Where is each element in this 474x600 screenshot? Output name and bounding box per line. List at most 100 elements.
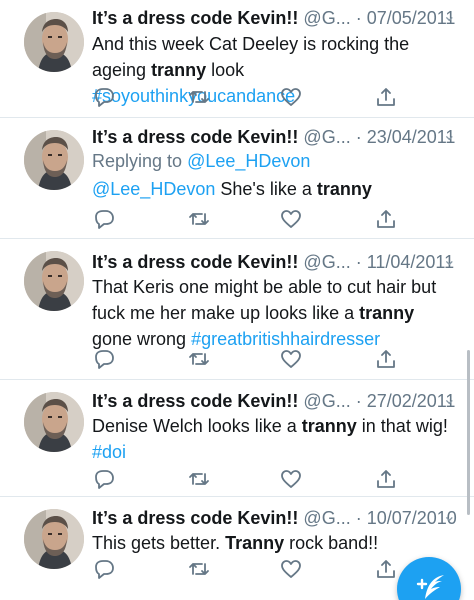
reply-icon [95, 560, 114, 579]
chevron-down-icon[interactable]: ⌄ [443, 125, 456, 145]
chevron-down-icon[interactable]: ⌄ [443, 6, 456, 26]
tweet-text: That Keris one might be able to cut hair… [92, 274, 452, 352]
tweet-text-segment: look [206, 60, 245, 80]
tweet-text-segment: in that wig! [356, 416, 448, 436]
tweet-actions [92, 207, 402, 231]
share-button[interactable] [374, 557, 398, 581]
tweet-header: It’s a dress code Kevin!! @G... · 07/05/… [92, 6, 455, 30]
retweet-icon [189, 563, 209, 575]
handle-and-date: @G... · 27/02/2011 [303, 391, 456, 411]
tweet[interactable]: It’s a dress code Kevin!! @G... · 23/04/… [0, 118, 474, 239]
avatar[interactable] [24, 509, 84, 569]
heart-icon [281, 88, 301, 106]
hashtag-or-mention-link[interactable]: @Lee_HDevon [92, 179, 215, 199]
heart-icon [281, 210, 301, 228]
tweet-text-segment: This gets better. [92, 533, 226, 553]
heart-button[interactable] [279, 467, 303, 491]
tweet-header: It’s a dress code Kevin!! @G... · 27/02/… [92, 389, 455, 413]
reply-button[interactable] [92, 347, 116, 371]
tweet-text-segment: And this week Cat Deeley is rocking the … [92, 34, 410, 80]
reply-button[interactable] [92, 207, 116, 231]
tweet-actions [92, 85, 402, 109]
retweet-button[interactable] [187, 347, 211, 371]
tweet-header: It’s a dress code Kevin!! @G... · 23/04/… [92, 125, 455, 149]
highlighted-term: tranny [301, 416, 357, 436]
tweet-text-segment: rock band!! [284, 533, 379, 553]
tweet-actions [92, 557, 402, 581]
reply-icon [95, 470, 114, 489]
tweet-text-segment: gone wrong [92, 329, 192, 349]
handle-and-date: @G... · 10/07/2010 [303, 508, 457, 528]
heart-icon [281, 350, 301, 368]
timeline: It’s a dress code Kevin!! @G... · 07/05/… [0, 0, 474, 600]
share-icon [377, 88, 395, 106]
highlighted-term: tranny [359, 303, 415, 323]
tweet-header: It’s a dress code Kevin!! @G... · 11/04/… [92, 250, 454, 274]
compose-tweet-icon [416, 575, 444, 599]
reply-icon [95, 88, 114, 107]
avatar[interactable] [24, 12, 84, 72]
avatar[interactable] [24, 130, 84, 190]
retweet-button[interactable] [187, 557, 211, 581]
chevron-down-icon[interactable]: ⌄ [443, 389, 456, 409]
heart-button[interactable] [279, 207, 303, 231]
retweet-icon [189, 473, 209, 485]
tweet-actions [92, 347, 402, 371]
share-button[interactable] [374, 467, 398, 491]
tweet-text: @Lee_HDevon She's like a tranny [92, 176, 452, 202]
display-name[interactable]: It’s a dress code Kevin!! [92, 127, 298, 147]
avatar[interactable] [24, 251, 84, 311]
tweet-actions [92, 467, 402, 491]
tweet-text-segment: Denise Welch looks like a [92, 416, 302, 436]
reply-icon [95, 350, 114, 369]
reply-button[interactable] [92, 557, 116, 581]
share-icon [377, 560, 395, 578]
display-name[interactable]: It’s a dress code Kevin!! [92, 8, 298, 28]
replying-to-user-link[interactable]: @Lee_HDevon [187, 151, 310, 171]
retweet-icon [189, 353, 209, 365]
share-button[interactable] [374, 207, 398, 231]
share-icon [377, 470, 395, 488]
handle-and-date: @G... · 07/05/2011 [303, 8, 456, 28]
share-button[interactable] [374, 85, 398, 109]
tweet[interactable]: It’s a dress code Kevin!! @G... · 11/04/… [0, 239, 474, 380]
chevron-down-icon[interactable]: ⌄ [443, 250, 456, 270]
tweet-text: Denise Welch looks like a tranny in that… [92, 413, 452, 465]
display-name[interactable]: It’s a dress code Kevin!! [92, 508, 298, 528]
retweet-icon [189, 91, 209, 103]
chevron-down-icon[interactable]: ⌄ [443, 506, 456, 526]
replying-to: Replying to @Lee_HDevon [92, 149, 310, 173]
handle-and-date: @G... · 23/04/2011 [303, 127, 456, 147]
heart-icon [281, 470, 301, 488]
retweet-button[interactable] [187, 467, 211, 491]
retweet-button[interactable] [187, 85, 211, 109]
highlighted-term: tranny [316, 179, 372, 199]
heart-button[interactable] [279, 557, 303, 581]
highlighted-term: Tranny [225, 533, 285, 553]
share-icon [377, 350, 395, 368]
retweet-icon [189, 213, 209, 225]
avatar[interactable] [24, 392, 84, 452]
heart-button[interactable] [279, 347, 303, 371]
display-name[interactable]: It’s a dress code Kevin!! [92, 252, 298, 272]
replying-to-label: Replying to [92, 151, 188, 171]
heart-button[interactable] [279, 85, 303, 109]
share-icon [377, 210, 395, 228]
highlighted-term: tranny [151, 60, 207, 80]
tweet[interactable]: It’s a dress code Kevin!! @G... · 27/02/… [0, 380, 474, 497]
hashtag-or-mention-link[interactable]: #greatbritishhairdresser [191, 329, 380, 349]
share-button[interactable] [374, 347, 398, 371]
reply-button[interactable] [92, 467, 116, 491]
retweet-button[interactable] [187, 207, 211, 231]
handle-and-date: @G... · 11/04/2011 [303, 252, 455, 272]
tweet-text-segment: She's like a [215, 179, 317, 199]
heart-icon [281, 560, 301, 578]
display-name[interactable]: It’s a dress code Kevin!! [92, 391, 298, 411]
reply-icon [95, 210, 114, 229]
scrollbar[interactable] [467, 350, 470, 515]
hashtag-or-mention-link[interactable]: #doi [92, 442, 126, 462]
tweet[interactable]: It’s a dress code Kevin!! @G... · 07/05/… [0, 0, 474, 118]
tweet-header: It’s a dress code Kevin!! @G... · 10/07/… [92, 506, 457, 530]
reply-button[interactable] [92, 85, 116, 109]
tweet-text: This gets better. Tranny rock band!! [92, 530, 452, 556]
